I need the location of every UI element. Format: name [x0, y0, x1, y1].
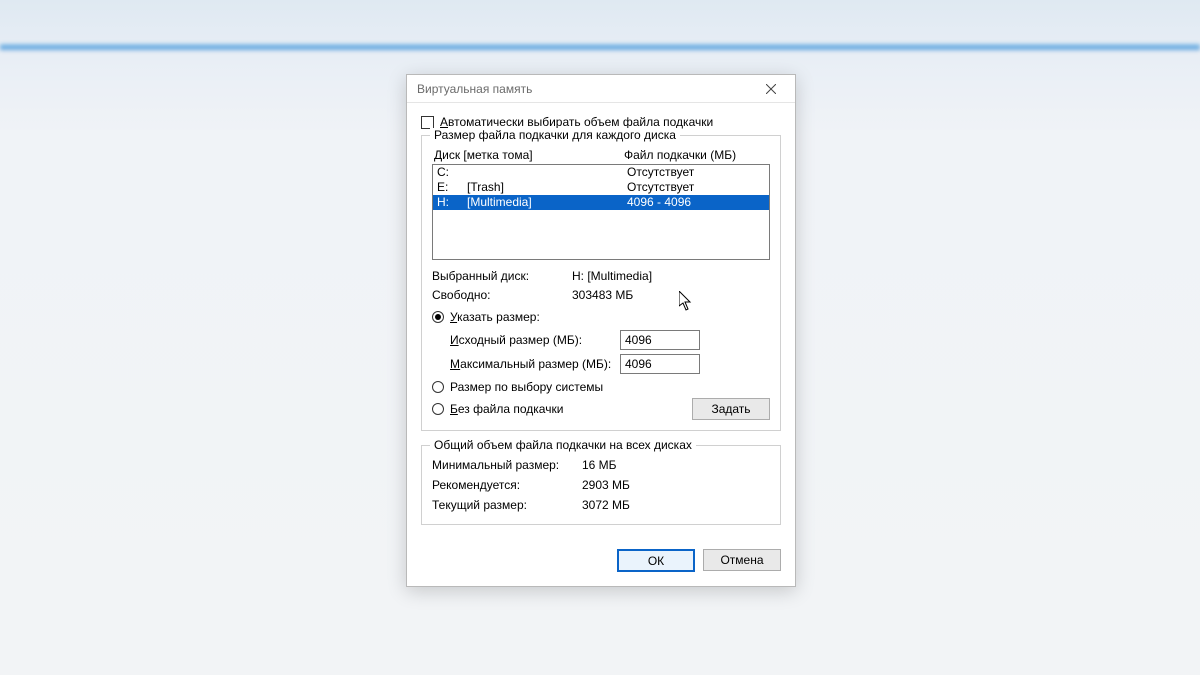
set-button[interactable]: Задать	[692, 398, 770, 420]
disk-listbox[interactable]: C: Отсутствует E: [Trash] Отсутствует H:…	[432, 164, 770, 260]
free-space-value: 303483 МБ	[572, 287, 633, 304]
radio-custom-label: Указать размер:	[450, 310, 540, 324]
radio-custom-size[interactable]: Указать размер:	[432, 310, 770, 324]
radio-custom-indicator[interactable]	[432, 311, 444, 323]
ok-button[interactable]: ОК	[617, 549, 695, 572]
close-icon	[766, 84, 776, 94]
selected-drive-key: Выбранный диск:	[432, 268, 572, 285]
per-drive-groupbox: Размер файла подкачки для каждого диска …	[421, 135, 781, 431]
rec-size-value: 2903 МБ	[582, 476, 630, 494]
radio-system-size[interactable]: Размер по выбору системы	[432, 380, 770, 394]
per-drive-legend: Размер файла подкачки для каждого диска	[430, 128, 680, 142]
dialog-title: Виртуальная память	[417, 82, 755, 96]
cancel-button[interactable]: Отмена	[703, 549, 781, 571]
disk-row-h[interactable]: H: [Multimedia] 4096 - 4096	[433, 195, 769, 210]
rec-size-key: Рекомендуется:	[432, 476, 582, 494]
free-space-key: Свободно:	[432, 287, 572, 304]
disk-list-headers: Диск [метка тома] Файл подкачки (МБ)	[432, 144, 770, 164]
col-pf-header: Файл подкачки (МБ)	[624, 148, 768, 162]
cur-size-value: 3072 МБ	[582, 496, 630, 514]
radio-system-label: Размер по выбору системы	[450, 380, 603, 394]
cur-size-key: Текущий размер:	[432, 496, 582, 514]
disk-row-c[interactable]: C: Отсутствует	[433, 165, 769, 180]
auto-manage-label: Автоматически выбирать объем файла подка…	[440, 115, 713, 129]
initial-size-label: Исходный размер (МБ):	[450, 333, 620, 347]
totals-groupbox: Общий объем файла подкачки на всех диска…	[421, 445, 781, 525]
radio-none-label: Без файла подкачки	[450, 402, 563, 416]
close-button[interactable]	[755, 79, 787, 99]
radio-no-paging-file[interactable]: Без файла подкачки	[432, 402, 563, 416]
auto-manage-checkbox-row[interactable]: Автоматически выбирать объем файла подка…	[421, 115, 781, 129]
virtual-memory-dialog: Виртуальная память Автоматически выбират…	[406, 74, 796, 587]
disk-row-e[interactable]: E: [Trash] Отсутствует	[433, 180, 769, 195]
max-size-input[interactable]	[620, 354, 700, 374]
selected-drive-value: H: [Multimedia]	[572, 268, 652, 285]
radio-none-indicator[interactable]	[432, 403, 444, 415]
initial-size-input[interactable]	[620, 330, 700, 350]
auto-manage-checkbox[interactable]	[421, 116, 434, 129]
radio-system-indicator[interactable]	[432, 381, 444, 393]
totals-legend: Общий объем файла подкачки на всех диска…	[430, 438, 696, 452]
max-size-label: Максимальный размер (МБ):	[450, 357, 620, 371]
min-size-key: Минимальный размер:	[432, 456, 582, 474]
dialog-titlebar[interactable]: Виртуальная память	[407, 75, 795, 103]
min-size-value: 16 МБ	[582, 456, 617, 474]
col-drive-header: Диск [метка тома]	[434, 148, 624, 162]
